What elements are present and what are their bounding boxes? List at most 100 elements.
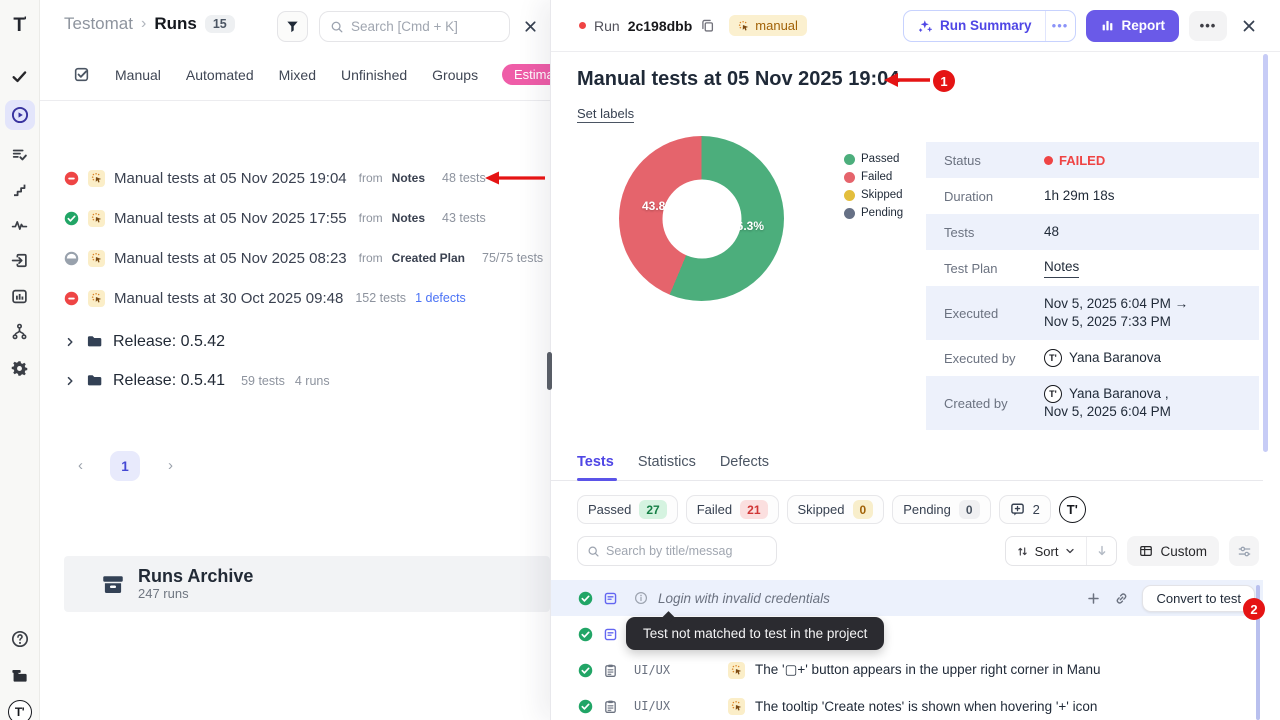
nav-milestones-icon[interactable] [6,176,34,204]
folder-row[interactable]: Release: 0.5.41 59 tests 4 runs [64,361,550,400]
prev-page-button[interactable]: ‹ [78,457,83,474]
manual-test-icon [728,698,745,715]
breadcrumb-section[interactable]: Runs [154,14,197,34]
folder-row[interactable]: Release: 0.5.42 [64,322,550,361]
test-title: The tooltip 'Create notes' is shown when… [755,699,1097,714]
nav-import-icon[interactable] [6,246,34,274]
search-input[interactable] [351,19,486,34]
folder-icon [86,372,103,389]
search-icon [587,545,600,558]
nav-activity-icon[interactable] [6,211,34,239]
run-row[interactable]: Manual tests at 05 Nov 2025 19:04 from N… [64,158,550,198]
manual-run-icon [88,170,105,187]
close-filters-button[interactable] [523,18,538,36]
add-icon[interactable] [1086,591,1101,606]
run-detail-panel: Run 2c198dbb manual Run Summary ••• [550,0,1280,720]
breadcrumb-project[interactable]: Testomat [64,14,133,34]
projects-icon[interactable] [6,661,34,689]
nav-tasks-icon[interactable] [6,62,34,90]
tab-statistics[interactable]: Statistics [638,454,696,470]
run-from-label: from [359,251,383,265]
run-defects-link[interactable]: 1 defects [415,291,466,305]
cursor-icon [738,20,750,32]
skipped-count: 0 [853,500,874,519]
nav-runs-icon[interactable] [5,100,35,130]
page-number[interactable]: 1 [110,451,140,481]
filter-automated[interactable]: Automated [186,67,254,83]
chevron-right-icon[interactable] [64,336,76,348]
run-row[interactable]: Manual tests at 05 Nov 2025 08:23 from C… [64,238,550,278]
divider [551,480,1263,481]
sort-direction-button[interactable] [1086,537,1116,565]
tab-defects[interactable]: Defects [720,454,769,470]
archive-icon [101,572,125,596]
pagination: ‹ 1 › [40,450,240,482]
convert-to-test-button[interactable]: Convert to test [1142,585,1255,612]
filter-manual[interactable]: Manual [115,67,161,83]
filter-mixed[interactable]: Mixed [279,67,316,83]
nav-settings-icon[interactable] [6,354,34,382]
nav-analytics-icon[interactable] [6,282,34,310]
filter-groups[interactable]: Groups [432,67,478,83]
set-labels-link[interactable]: Set labels [577,106,634,123]
runs-list: Manual tests at 05 Nov 2025 19:04 from N… [64,158,550,318]
custom-view-button[interactable]: Custom [1127,536,1219,566]
nav-branches-icon[interactable] [6,317,34,345]
tests-search[interactable] [577,536,777,566]
filter-estimate-badge[interactable]: Estima [502,64,550,88]
run-from-label: from [359,211,383,225]
run-summary-button[interactable]: Run Summary [904,11,1045,41]
sort-group: Sort [1005,536,1118,566]
display-settings-button[interactable] [1229,536,1259,566]
test-title: The '▢+' button appears in the upper rig… [755,662,1101,678]
run-title: Manual tests at 05 Nov 2025 19:04 [114,170,347,187]
detail-scrollbar[interactable] [1263,54,1268,452]
chevron-right-icon[interactable] [64,375,76,387]
copy-icon[interactable] [700,18,715,33]
app-logo[interactable]: T' [6,12,34,40]
run-summary-menu-button[interactable]: ••• [1045,11,1075,41]
info-icon[interactable] [634,591,648,605]
left-panel-scrollbar[interactable] [547,352,552,390]
clipboard-icon [603,663,618,678]
chip-comments[interactable]: 2 [999,495,1051,524]
filter-unfinished[interactable]: Unfinished [341,67,407,83]
test-row[interactable]: UI/UX The tooltip 'Create notes' is show… [551,688,1263,720]
chip-failed[interactable]: Failed21 [686,495,779,524]
test-passed-icon [578,699,593,714]
folder-name: Release: 0.5.42 [113,333,225,351]
close-panel-icon[interactable] [1241,18,1257,34]
filter-button[interactable] [277,11,308,42]
test-row[interactable]: Login with invalid credentials Convert t… [551,580,1263,616]
test-plan-link[interactable]: Notes [1044,258,1079,278]
run-summary-split-button: Run Summary ••• [903,10,1076,42]
results-donut-chart: 43.8% 56.3% [619,136,784,301]
tests-search-input[interactable] [606,544,766,558]
legend-skipped: Skipped [844,189,903,201]
next-page-button[interactable]: › [168,457,173,474]
run-from-label: from [359,171,383,185]
chip-passed[interactable]: Passed27 [577,495,678,524]
help-icon[interactable] [6,625,34,653]
run-info-table: Status FAILED Duration 1h 29m 18s Tests … [926,142,1259,430]
select-all-icon[interactable] [73,66,90,83]
run-row[interactable]: Manual tests at 30 Oct 2025 09:48 152 te… [64,278,550,318]
run-row[interactable]: Manual tests at 05 Nov 2025 17:55 from N… [64,198,550,238]
more-options-button[interactable]: ••• [1189,11,1227,41]
runs-search[interactable] [319,11,510,42]
table-icon [1139,544,1153,558]
report-button[interactable]: Report [1086,10,1180,42]
chip-skipped[interactable]: Skipped0 [787,495,885,524]
chip-pending[interactable]: Pending0 [892,495,990,524]
nav-test-plans-icon[interactable] [6,140,34,168]
test-row[interactable]: UI/UX The '▢+' button appears in the upp… [551,652,1263,688]
search-icon [330,20,344,34]
run-source: Notes [392,171,425,185]
assignee-avatar[interactable]: T' [1059,496,1086,523]
tab-tests[interactable]: Tests [577,454,614,470]
user-avatar[interactable]: T' [6,698,34,720]
link-icon[interactable] [1114,591,1129,606]
info-row-executed: Executed Nov 5, 2025 6:04 PM →Nov 5, 202… [926,286,1259,340]
runs-archive[interactable]: Runs Archive 247 runs [64,556,550,612]
sort-button[interactable]: Sort [1006,537,1087,565]
